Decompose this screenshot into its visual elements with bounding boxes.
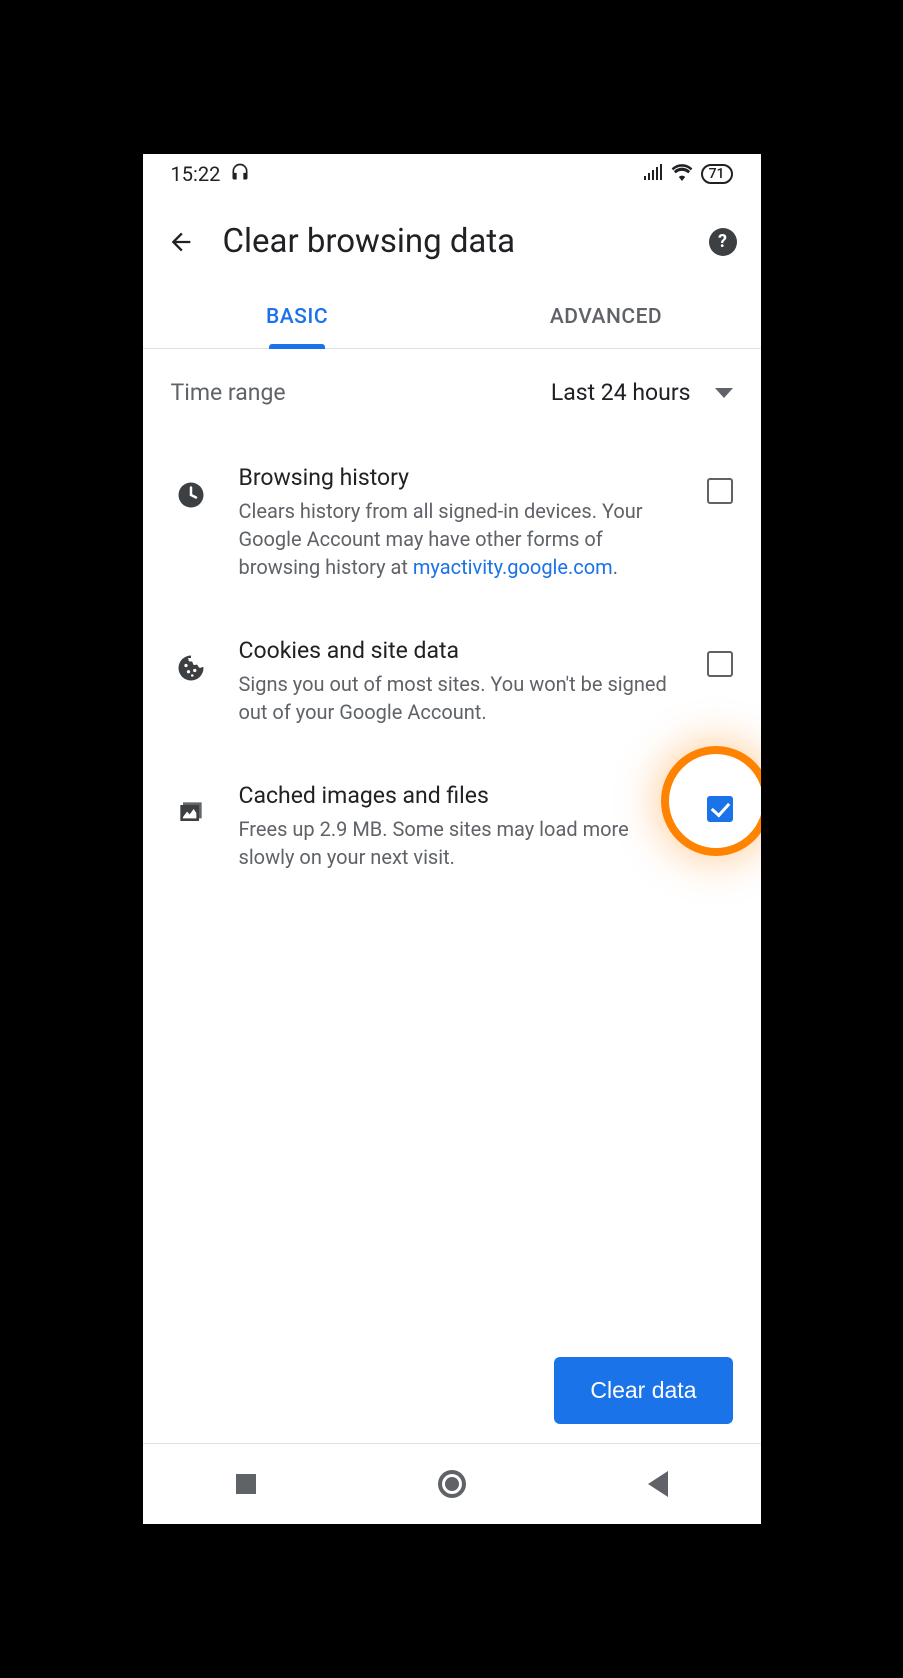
tabs: BASIC ADVANCED xyxy=(143,285,761,349)
cookie-icon xyxy=(171,651,211,685)
battery-badge: 71 xyxy=(701,164,733,184)
status-bar: 15:22 71 xyxy=(143,154,761,194)
clock-icon xyxy=(171,478,211,512)
back-icon[interactable] xyxy=(167,228,195,256)
item-desc: Signs you out of most sites. You won't b… xyxy=(239,670,679,726)
list-item[interactable]: Browsing history Clears history from all… xyxy=(143,436,761,609)
tab-advanced[interactable]: ADVANCED xyxy=(452,285,761,348)
checkbox-browsing-history[interactable] xyxy=(707,478,733,504)
chevron-down-icon xyxy=(715,388,733,398)
recents-button[interactable] xyxy=(231,1469,261,1499)
time-range-selector[interactable]: Time range Last 24 hours xyxy=(143,349,761,436)
item-title: Cookies and site data xyxy=(239,637,679,664)
help-icon[interactable]: ? xyxy=(709,228,737,256)
tab-basic[interactable]: BASIC xyxy=(143,285,452,348)
checkbox-cookies[interactable] xyxy=(707,651,733,677)
item-title: Browsing history xyxy=(239,464,679,491)
content: Time range Last 24 hours Browsing histor… xyxy=(143,349,761,899)
list-item[interactable]: Cookies and site data Signs you out of m… xyxy=(143,609,761,754)
page-title: Clear browsing data xyxy=(223,222,681,261)
time-range-value: Last 24 hours xyxy=(551,379,691,406)
wifi-icon xyxy=(671,162,693,186)
clear-data-button[interactable]: Clear data xyxy=(554,1357,732,1424)
signal-icon xyxy=(643,162,663,186)
nav-bar xyxy=(143,1444,761,1524)
images-icon xyxy=(171,796,211,830)
app-bar: Clear browsing data ? xyxy=(143,194,761,285)
item-title: Cached images and files xyxy=(239,782,679,809)
time-range-label: Time range xyxy=(171,379,286,406)
item-desc: Frees up 2.9 MB. Some sites may load mor… xyxy=(239,815,679,871)
myactivity-link[interactable]: myactivity.google.com xyxy=(413,555,613,579)
clock-text: 15:22 xyxy=(171,162,221,186)
home-button[interactable] xyxy=(437,1469,467,1499)
item-desc: Clears history from all signed-in device… xyxy=(239,497,679,581)
list-item[interactable]: Cached images and files Frees up 2.9 MB.… xyxy=(143,754,761,899)
headphones-icon xyxy=(230,162,250,187)
phone-frame: 15:22 71 Clear browsing data ? BASIC ADV… xyxy=(143,154,761,1524)
checkbox-cached-images[interactable] xyxy=(707,796,733,822)
back-button[interactable] xyxy=(643,1469,673,1499)
